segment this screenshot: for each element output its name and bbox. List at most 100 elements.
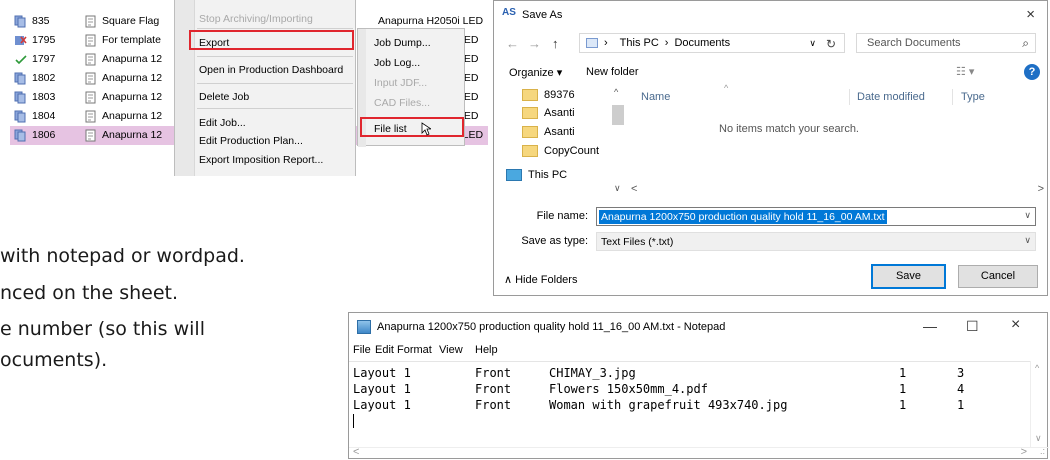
sort-caret-icon: ^	[724, 83, 729, 93]
template-name: For template	[102, 34, 161, 46]
address-bar[interactable]: › This PC › Documents ∨ ↻	[579, 33, 845, 53]
text-cell: Woman with grapefruit 493x740.jpg	[549, 398, 788, 412]
column-divider[interactable]	[952, 89, 953, 105]
text-cell: Layout 1	[353, 366, 411, 380]
file-name-field[interactable]: Anapurna 1200x750 production quality hol…	[596, 207, 1036, 226]
hide-folders-button[interactable]: ∧ Hide Folders	[504, 273, 577, 286]
folder-icon	[522, 145, 538, 157]
text-cell: Front	[475, 366, 512, 380]
scroll-right-icon[interactable]: >	[1021, 446, 1027, 458]
maximize-icon[interactable]: ☐	[966, 318, 979, 335]
help-icon[interactable]: ?	[1024, 64, 1040, 80]
chevron-down-icon[interactable]: ∨	[1024, 235, 1031, 246]
text-cell: 4	[957, 382, 965, 396]
path-segment-this-pc[interactable]: This PC	[620, 37, 659, 49]
job-stack-icon	[14, 72, 28, 85]
text-cell: Layout 1	[353, 398, 411, 412]
scroll-left-icon[interactable]: <	[353, 446, 359, 458]
chevron-down-icon[interactable]: ∨	[809, 38, 816, 49]
back-arrow-icon[interactable]: ←	[506, 36, 519, 51]
job-id: 1803	[32, 91, 56, 103]
notepad-text-area[interactable]: Layout 1 Front CHIMAY_3.jpg 1 3 Layout 1 Front…	[349, 361, 1031, 447]
notepad-icon	[357, 320, 371, 334]
cancel-button[interactable]: Cancel	[958, 265, 1038, 288]
path-separator: ›	[604, 37, 608, 49]
folder-icon	[522, 107, 538, 119]
column-header-type[interactable]: Type	[961, 91, 985, 103]
minimize-icon[interactable]: —	[923, 318, 937, 334]
scroll-down-icon[interactable]: ∨	[1035, 433, 1042, 444]
new-folder-button[interactable]: New folder	[586, 66, 639, 78]
notepad-vscrollbar[interactable]: ^ ∨	[1030, 361, 1047, 447]
text-cell: 1	[899, 382, 907, 396]
column-header-name[interactable]: Name	[641, 91, 670, 103]
computer-icon	[506, 169, 522, 181]
menu-edit[interactable]: Edit	[375, 344, 394, 356]
organize-button[interactable]: Organize ▾	[509, 66, 562, 79]
menu-item-edit-production-plan[interactable]: Edit Production Plan...	[199, 135, 303, 147]
tree-item-label: Asanti	[544, 107, 575, 119]
template-icon	[85, 110, 97, 123]
text-cell: Layout 1	[353, 382, 411, 396]
menu-item-edit-job[interactable]: Edit Job...	[199, 117, 246, 129]
tree-item[interactable]: Asanti	[522, 126, 575, 138]
tree-item-label: This PC	[528, 169, 568, 181]
save-button[interactable]: Save	[871, 264, 946, 289]
tree-item[interactable]: This PC	[506, 169, 567, 181]
path-segment-documents[interactable]: Documents	[674, 37, 730, 49]
scroll-left-icon[interactable]: <	[631, 183, 637, 195]
menu-item-open-in-production-dashboard[interactable]: Open in Production Dashboard	[199, 64, 343, 76]
folder-tree: 89376 Asanti Asanti CopyCount This PC	[494, 85, 627, 197]
tree-item[interactable]: 89376	[522, 89, 575, 101]
scroll-right-icon[interactable]: >	[1038, 183, 1044, 195]
notepad-hscrollbar[interactable]: < > .:	[349, 446, 1049, 459]
dialog-title: Save As	[522, 9, 563, 21]
template-name: Anapurna 12	[102, 91, 163, 103]
template-icon	[85, 129, 97, 142]
dialog-toolbar: Organize ▾ New folder ☷ ▾ ?	[494, 59, 1047, 85]
submenu-item-job-dump[interactable]: Job Dump...	[374, 37, 431, 49]
slide-text-line-4: ocuments).	[0, 349, 108, 371]
menu-file[interactable]: File	[353, 344, 371, 356]
up-arrow-icon[interactable]: ↑	[552, 36, 559, 51]
search-icon[interactable]: ⌕	[1022, 36, 1029, 51]
menu-format[interactable]: Format	[397, 344, 432, 356]
close-icon[interactable]: ×	[1026, 6, 1035, 23]
export-submenu: Job Dump... Job Log... Input JDF... CAD Fil…	[357, 28, 465, 147]
submenu-item-job-log[interactable]: Job Log...	[374, 57, 420, 69]
chevron-down-icon[interactable]: ∨	[1024, 210, 1031, 221]
scroll-up-icon[interactable]: ^	[1035, 363, 1039, 373]
menu-separator	[197, 83, 353, 84]
scroll-thumb[interactable]	[612, 105, 624, 125]
job-error-icon	[14, 34, 28, 47]
column-divider[interactable]	[849, 89, 850, 105]
menu-view[interactable]: View	[439, 344, 463, 356]
save-as-type-select[interactable]: Text Files (*.txt) ∨	[596, 232, 1036, 251]
column-header-date-modified[interactable]: Date modified	[857, 91, 925, 103]
tree-item[interactable]: Asanti	[522, 107, 575, 119]
template-name: Square Flag	[102, 15, 160, 27]
close-icon[interactable]: ×	[1011, 316, 1020, 334]
menu-item-delete-job[interactable]: Delete Job	[199, 91, 249, 103]
app-icon: AS	[502, 7, 516, 18]
tree-item[interactable]: CopyCount	[522, 145, 599, 157]
dialog-titlebar: AS Save As ×	[494, 1, 1047, 29]
refresh-icon[interactable]: ↻	[826, 37, 836, 51]
menu-help[interactable]: Help	[475, 344, 498, 356]
check-icon	[14, 53, 28, 66]
list-hscrollbar[interactable]: < >	[629, 183, 1048, 197]
scroll-down-icon[interactable]: ∨	[614, 183, 621, 194]
view-options-icon[interactable]: ☷ ▾	[956, 65, 974, 78]
menu-item-export-imposition-report[interactable]: Export Imposition Report...	[199, 154, 323, 166]
scroll-up-icon[interactable]: ^	[614, 87, 618, 97]
search-input[interactable]: Search Documents ⌕	[856, 33, 1036, 53]
tree-item-label: Asanti	[544, 126, 575, 138]
context-menu: Stop Archiving/Importing Export Open in Pr…	[174, 0, 356, 176]
text-cell: Front	[475, 398, 512, 412]
folder-icon	[522, 89, 538, 101]
tree-scrollbar[interactable]: ^ ∨	[610, 85, 627, 197]
file-name-label: File name:	[536, 210, 588, 222]
resize-grip-icon[interactable]: .:	[1040, 446, 1045, 456]
forward-arrow-icon[interactable]: →	[528, 36, 541, 51]
job-id: 835	[32, 15, 50, 27]
